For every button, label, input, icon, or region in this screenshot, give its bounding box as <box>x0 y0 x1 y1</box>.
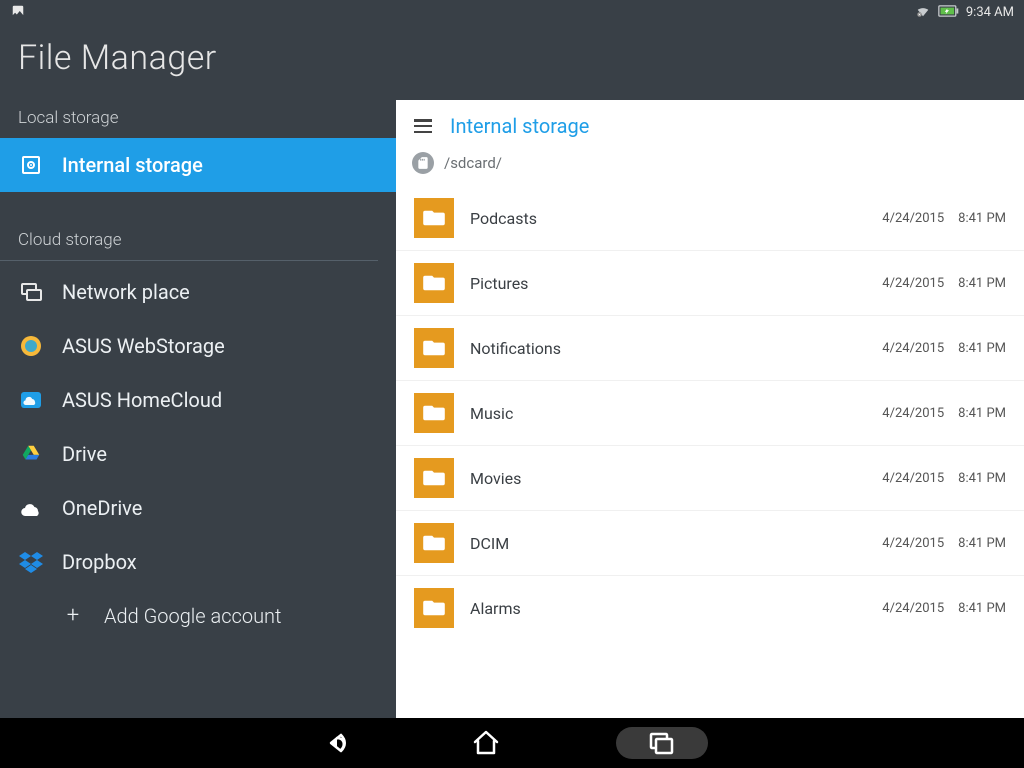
folder-row[interactable]: Pictures 4/24/2015 8:41 PM <box>396 250 1024 315</box>
folder-time: 8:41 PM <box>958 211 1006 226</box>
sidebar-item-label: Dropbox <box>62 550 137 574</box>
sidebar-item-asus-webstorage[interactable]: ASUS WebStorage <box>0 319 396 373</box>
nav-home-button[interactable] <box>466 723 506 763</box>
folder-icon <box>414 458 454 498</box>
nav-recent-button[interactable] <box>616 727 708 759</box>
asus-homecloud-icon <box>18 387 44 413</box>
sidebar-item-label: ASUS HomeCloud <box>62 388 222 412</box>
wifi-icon <box>914 4 932 21</box>
plus-icon: + <box>60 603 86 628</box>
folder-name: Notifications <box>470 339 866 358</box>
network-place-icon <box>18 279 44 305</box>
content-pane: Internal storage /sdcard/ Podcasts 4/24/2… <box>396 100 1024 718</box>
sidebar-item-label: Network place <box>62 280 190 304</box>
divider <box>0 260 378 261</box>
folder-date: 4/24/2015 <box>882 276 944 291</box>
folder-meta: 4/24/2015 8:41 PM <box>882 341 1006 356</box>
folder-meta: 4/24/2015 8:41 PM <box>882 601 1006 616</box>
content-title: Internal storage <box>450 114 589 138</box>
folder-name: Music <box>470 404 866 423</box>
folder-row[interactable]: Alarms 4/24/2015 8:41 PM <box>396 575 1024 640</box>
sidebar-item-internal-storage[interactable]: Internal storage <box>0 138 396 192</box>
folder-time: 8:41 PM <box>958 471 1006 486</box>
folder-meta: 4/24/2015 8:41 PM <box>882 406 1006 421</box>
folder-icon <box>414 328 454 368</box>
image-indicator-icon <box>10 4 26 21</box>
android-navbar <box>0 718 1024 768</box>
hamburger-icon[interactable] <box>414 119 432 133</box>
sidebar-item-asus-homecloud[interactable]: ASUS HomeCloud <box>0 373 396 427</box>
folder-icon <box>414 523 454 563</box>
folder-meta: 4/24/2015 8:41 PM <box>882 211 1006 226</box>
folder-name: Movies <box>470 469 866 488</box>
sidebar-item-label: Internal storage <box>62 153 203 177</box>
battery-charging-icon <box>938 4 960 21</box>
folder-date: 4/24/2015 <box>882 341 944 356</box>
folder-date: 4/24/2015 <box>882 211 944 226</box>
sidebar-item-dropbox[interactable]: Dropbox <box>0 535 396 589</box>
folder-row[interactable]: Podcasts 4/24/2015 8:41 PM <box>396 186 1024 250</box>
folder-icon <box>414 263 454 303</box>
folder-time: 8:41 PM <box>958 601 1006 616</box>
cloud-storage-header: Cloud storage <box>0 222 396 260</box>
nav-back-button[interactable] <box>316 723 356 763</box>
folder-icon <box>414 393 454 433</box>
sidebar-item-drive[interactable]: Drive <box>0 427 396 481</box>
folder-icon <box>414 588 454 628</box>
folder-time: 8:41 PM <box>958 276 1006 291</box>
folder-date: 4/24/2015 <box>882 601 944 616</box>
folder-name: DCIM <box>470 534 866 553</box>
onedrive-icon <box>18 495 44 521</box>
folder-date: 4/24/2015 <box>882 406 944 421</box>
status-bar: 9:34 AM <box>0 0 1024 24</box>
folder-list: Podcasts 4/24/2015 8:41 PM Pictures 4/24/201… <box>396 186 1024 718</box>
folder-date: 4/24/2015 <box>882 536 944 551</box>
sidebar-item-label: Drive <box>62 442 107 466</box>
sidebar-item-network-place[interactable]: Network place <box>0 265 396 319</box>
breadcrumb-path: /sdcard/ <box>444 154 502 172</box>
app-title: File Manager <box>0 24 1024 100</box>
folder-time: 8:41 PM <box>958 536 1006 551</box>
dropbox-icon <box>18 549 44 575</box>
folder-row[interactable]: Music 4/24/2015 8:41 PM <box>396 380 1024 445</box>
sidebar-item-onedrive[interactable]: OneDrive <box>0 481 396 535</box>
folder-date: 4/24/2015 <box>882 471 944 486</box>
sidebar-item-label: ASUS WebStorage <box>62 334 225 358</box>
folder-meta: 4/24/2015 8:41 PM <box>882 536 1006 551</box>
folder-time: 8:41 PM <box>958 406 1006 421</box>
folder-row[interactable]: Movies 4/24/2015 8:41 PM <box>396 445 1024 510</box>
internal-storage-icon <box>18 152 44 178</box>
local-storage-header: Local storage <box>0 100 396 138</box>
sidebar-add-google-account[interactable]: + Add Google account <box>0 589 396 642</box>
folder-meta: 4/24/2015 8:41 PM <box>882 276 1006 291</box>
google-drive-icon <box>18 441 44 467</box>
sdcard-icon <box>412 152 434 174</box>
folder-name: Pictures <box>470 274 866 293</box>
breadcrumb[interactable]: /sdcard/ <box>396 146 1024 186</box>
folder-time: 8:41 PM <box>958 341 1006 356</box>
folder-name: Alarms <box>470 599 866 618</box>
folder-name: Podcasts <box>470 209 866 228</box>
sidebar-item-label: OneDrive <box>62 496 142 520</box>
sidebar-item-label: Add Google account <box>104 604 282 628</box>
folder-row[interactable]: DCIM 4/24/2015 8:41 PM <box>396 510 1024 575</box>
folder-row[interactable]: Notifications 4/24/2015 8:41 PM <box>396 315 1024 380</box>
status-time: 9:34 AM <box>966 5 1014 20</box>
folder-meta: 4/24/2015 8:41 PM <box>882 471 1006 486</box>
folder-icon <box>414 198 454 238</box>
asus-webstorage-icon <box>18 333 44 359</box>
sidebar: Local storage Internal storage Cloud sto… <box>0 100 396 718</box>
